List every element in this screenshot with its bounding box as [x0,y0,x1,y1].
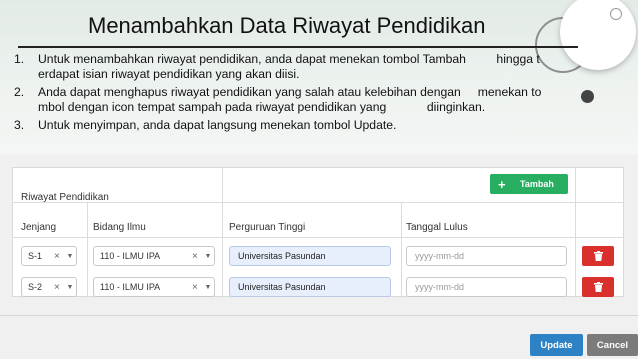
plus-icon: + [498,176,506,192]
instruction-list: 1. Untuk menambahkan riwayat pendidikan,… [14,52,554,136]
tanggal-lulus-input[interactable]: yyyy-mm-dd [406,277,567,297]
decorative-small-ring [610,8,622,20]
trash-icon [593,282,603,292]
bidang-ilmu-value: 110 - ILMU IPA [100,251,161,261]
jenjang-value: S-2 [28,282,43,292]
step-number: 1. [14,52,25,66]
instruction-step: 3. Untuk menyimpan, anda dapat langsung … [14,118,554,133]
chevron-down-icon: ▼ [204,283,212,291]
clear-icon[interactable]: × [192,251,202,262]
step-text: Untuk menambahkan riwayat pendidikan, an… [38,52,540,81]
jenjang-select[interactable]: S-2 × ▼ [21,277,77,297]
grid-divider [575,168,576,296]
decorative-dot [581,90,594,103]
step-text: Anda dapat menghapus riwayat pendidikan … [38,85,542,114]
form-area: Riwayat Pendidikan + Tambah Jenjang Bida… [0,155,638,359]
step-text: Untuk menyimpan, anda dapat langsung men… [38,118,397,132]
column-header-tanggal-lulus: Tanggal Lulus [406,222,468,233]
grid-divider [222,168,223,296]
grid-divider [401,202,402,296]
add-button[interactable]: + Tambah [490,174,568,194]
step-number: 3. [14,118,25,132]
perguruan-tinggi-input[interactable]: Universitas Pasundan [229,277,391,297]
step-number: 2. [14,85,25,99]
footer-divider [0,315,638,316]
slide-header: Menambahkan Data Riwayat Pendidikan 1. U… [0,0,638,155]
bidang-ilmu-select[interactable]: 110 - ILMU IPA × ▼ [93,246,215,266]
perguruan-tinggi-input[interactable]: Universitas Pasundan [229,246,391,266]
clear-icon[interactable]: × [54,282,64,293]
delete-button[interactable] [582,277,614,297]
bidang-ilmu-value: 110 - ILMU IPA [100,282,161,292]
column-header-bidang-ilmu: Bidang Ilmu [93,222,146,233]
section-title: Riwayat Pendidikan [21,192,109,203]
chevron-down-icon: ▼ [66,283,74,291]
chevron-down-icon: ▼ [66,252,74,260]
bidang-ilmu-select[interactable]: 110 - ILMU IPA × ▼ [93,277,215,297]
trash-icon [593,251,603,261]
education-history-panel: Riwayat Pendidikan + Tambah Jenjang Bida… [12,167,624,297]
chevron-down-icon: ▼ [204,252,212,260]
clear-icon[interactable]: × [54,251,64,262]
clear-icon[interactable]: × [192,282,202,293]
tanggal-lulus-input[interactable]: yyyy-mm-dd [406,246,567,266]
title-underline [18,46,578,48]
instruction-step: 2. Anda dapat menghapus riwayat pendidik… [14,85,554,115]
update-button[interactable]: Update [530,334,583,356]
instruction-step: 1. Untuk menambahkan riwayat pendidikan,… [14,52,554,82]
jenjang-value: S-1 [28,251,43,261]
cancel-button[interactable]: Cancel [587,334,638,356]
column-header-jenjang: Jenjang [21,222,57,233]
jenjang-select[interactable]: S-1 × ▼ [21,246,77,266]
column-header-perguruan-tinggi: Perguruan Tinggi [229,222,306,233]
grid-divider [13,237,623,238]
decorative-circle [560,0,636,70]
delete-button[interactable] [582,246,614,266]
slide-title: Menambahkan Data Riwayat Pendidikan [88,13,486,38]
add-button-label: Tambah [520,179,554,189]
grid-divider [87,202,88,296]
